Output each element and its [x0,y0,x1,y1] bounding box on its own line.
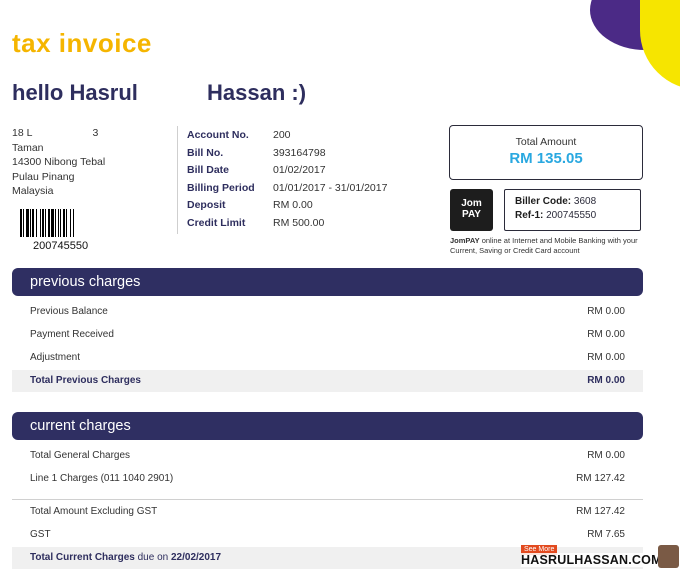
info-label: Credit Limit [187,216,246,229]
info-value: 393164798 [273,146,326,159]
greeting-last-name: Hassan :) [207,80,307,105]
watermark-site: HASRULHASSAN.COM [521,553,662,567]
current-charges-header: current charges [12,412,643,440]
address-line: Pulau Pinang [12,170,75,183]
biller-ref: Ref-1: 200745550 [515,210,597,221]
info-label: Account No. [187,129,249,141]
info-value: RM 500.00 [273,216,325,229]
info-divider [177,126,178,234]
address-line: Taman [12,141,44,154]
info-value: 200 [273,129,291,141]
previous-charges-header: previous charges [12,268,643,296]
charge-row: GST RM 7.65 [30,529,625,540]
biller-info-box: Biller Code: 3608 Ref-1: 200745550 [504,189,641,231]
total-amount-value: RM 135.05 [509,150,583,167]
address-line: Malaysia [12,185,54,197]
page-title: tax invoice [12,28,152,58]
jompay-logo-icon: Jom PAY [450,189,493,231]
barcode-number: 200745550 [33,240,89,252]
barcode-image [20,209,98,237]
address-line: 14300 Nibong Tebal [12,156,106,168]
jompay-note: JomPAY online at Internet and Mobile Ban… [450,236,638,255]
charge-row: Line 1 Charges (011 1040 2901) RM 127.42 [30,473,625,484]
total-previous-charges-row: Total Previous Charges RM 0.00 [12,370,643,392]
biller-code: Biller Code: 3608 [515,196,597,207]
info-label: Bill No. [187,146,224,159]
greeting-first-name: hello Hasrul [12,80,138,105]
info-label: Billing Period [187,181,255,194]
corner-decoration-yellow [640,0,680,90]
customer-address: 18 L3 Taman 14300 Nibong Tebal Pulau Pin… [12,126,105,199]
charge-row: Total General Charges RM 0.00 [30,450,625,461]
total-amount-box: Total Amount RM 135.05 [449,125,643,180]
charge-row: Total Amount Excluding GST RM 127.42 [30,506,625,517]
info-value: 01/02/2017 [273,164,326,177]
info-value: 01/01/2017 - 31/01/2017 [273,181,388,194]
charge-row: Payment Received RM 0.00 [30,329,625,340]
site-watermark: See More HASRULHASSAN.COM [521,545,680,568]
avatar [658,545,679,568]
info-label: Deposit [187,199,226,212]
charge-row: Previous Balance RM 0.00 [30,306,625,317]
address-line: 18 L3 [12,127,99,139]
info-value: RM 0.00 [273,199,313,212]
charge-row: Adjustment RM 0.00 [30,352,625,363]
info-label: Bill Date [187,164,230,177]
total-amount-label: Total Amount [515,136,577,148]
charges-divider [12,499,643,500]
